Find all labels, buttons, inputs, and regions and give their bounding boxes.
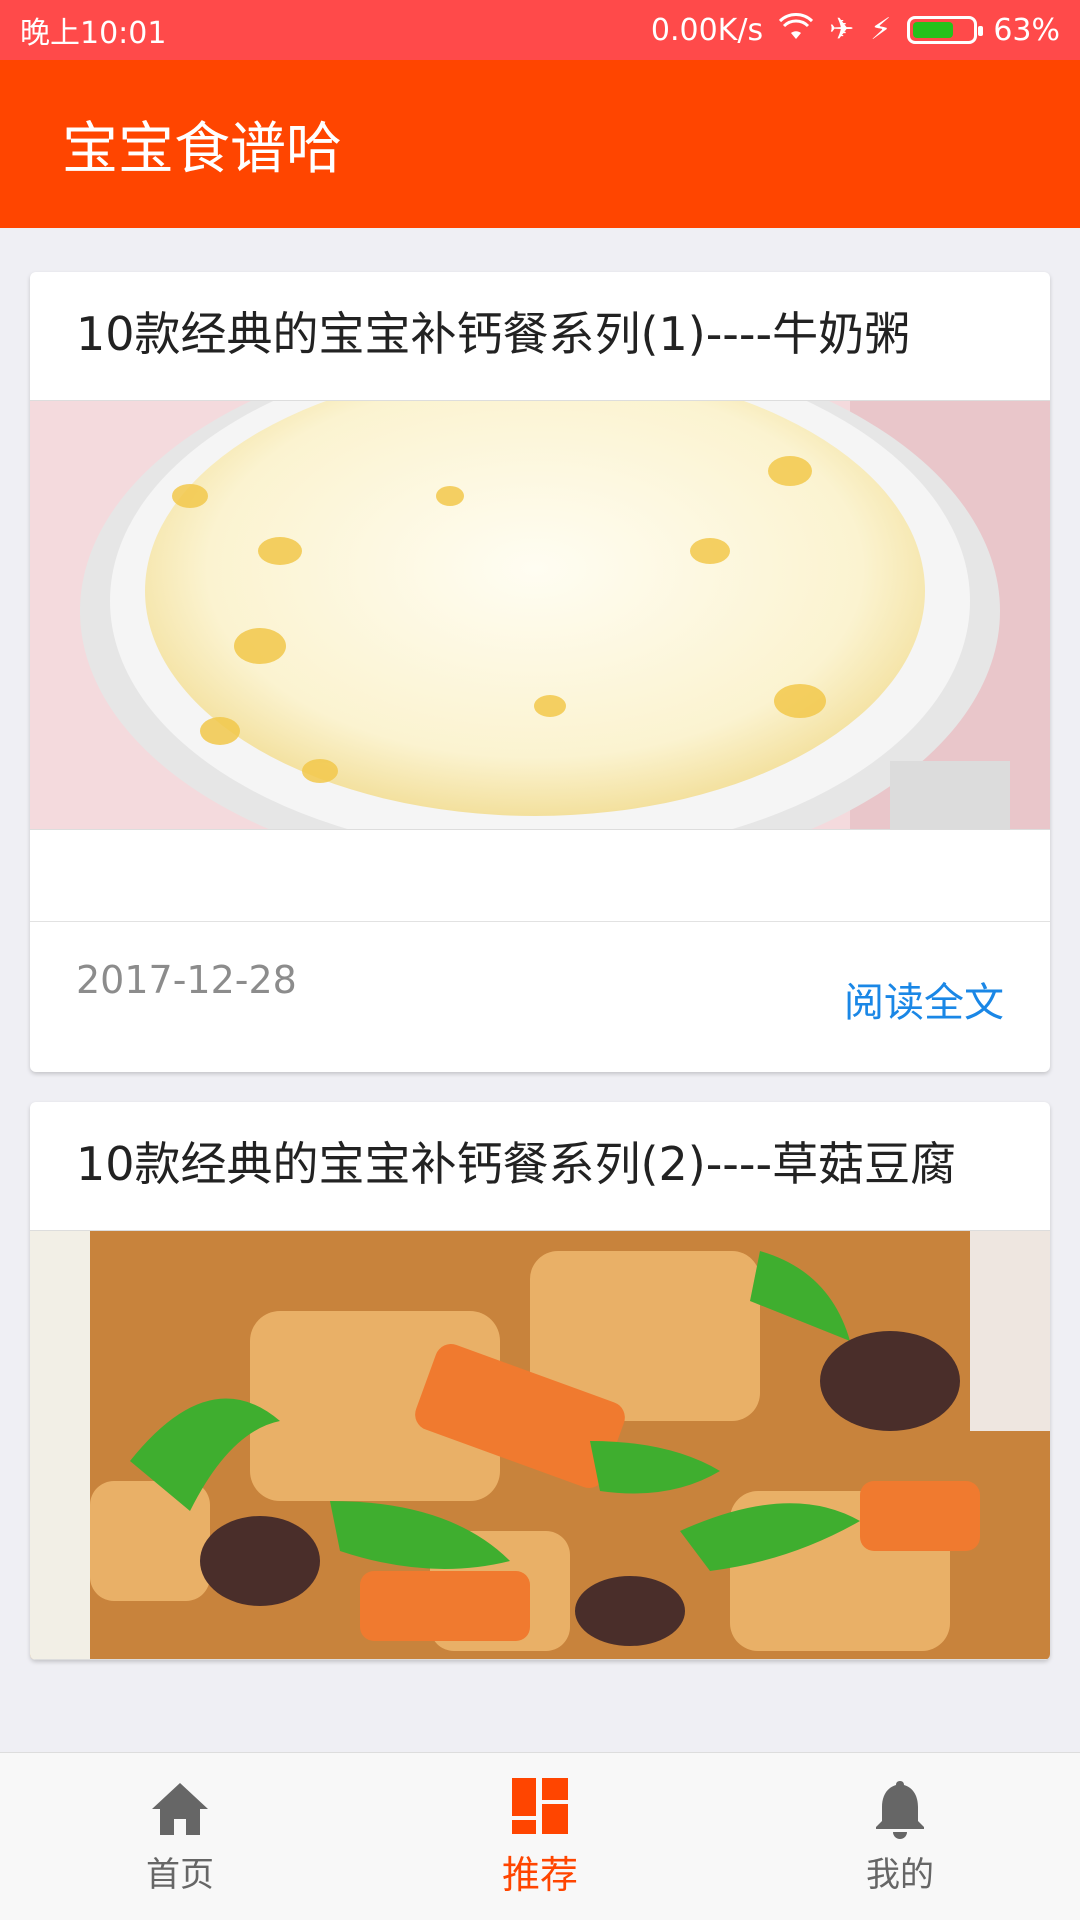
grid-icon	[512, 1778, 568, 1834]
recipe-title[interactable]: 10款经典的宝宝补钙餐系列(2)----草菇豆腐	[30, 1102, 1050, 1230]
battery-icon	[907, 16, 984, 44]
bell-icon	[876, 1781, 924, 1839]
tab-label: 首页	[146, 1855, 214, 1895]
wifi-icon	[779, 13, 814, 47]
tab-recommend[interactable]: 推荐	[360, 1774, 720, 1899]
status-bar: 晚上10:01 0.00K/s ✈ ⚡ 63%	[0, 0, 1080, 60]
read-full-article-link[interactable]: 阅读全文	[844, 970, 1004, 1028]
status-right: 0.00K/s ✈ ⚡ 63%	[651, 13, 1060, 48]
card-footer: 2017-12-28 阅读全文	[30, 922, 1050, 1072]
recipe-card[interactable]: 10款经典的宝宝补钙餐系列(2)----草菇豆腐	[30, 1102, 1050, 1660]
card-spacer	[30, 830, 1050, 922]
app-bar: 宝宝食谱哈	[0, 60, 1080, 228]
publish-date: 2017-12-28	[76, 958, 297, 1002]
home-icon	[152, 1783, 208, 1835]
tab-label: 推荐	[501, 1853, 578, 1897]
network-speed: 0.00K/s	[650, 12, 764, 48]
milk-porridge-image[interactable]	[30, 400, 1050, 830]
charging-icon: ⚡	[870, 12, 892, 47]
recipe-title[interactable]: 10款经典的宝宝补钙餐系列(1)----牛奶粥	[30, 272, 1050, 400]
battery-percent: 63%	[993, 12, 1060, 48]
page-title: 宝宝食谱哈	[62, 116, 342, 182]
recipe-feed[interactable]: 10款经典的宝宝补钙餐系列(1)----牛奶粥 2017-12-28 阅读全文 …	[30, 272, 1050, 1690]
recipe-card[interactable]: 10款经典的宝宝补钙餐系列(1)----牛奶粥 2017-12-28 阅读全文	[30, 272, 1050, 1072]
tab-mine[interactable]: 我的	[720, 1777, 1080, 1896]
tab-label: 我的	[866, 1855, 934, 1895]
mushroom-tofu-image[interactable]	[30, 1230, 1050, 1660]
airplane-icon: ✈	[829, 12, 855, 47]
tab-home[interactable]: 首页	[0, 1777, 360, 1896]
bottom-tab-bar: 首页 推荐 我的	[0, 1752, 1080, 1920]
status-time: 晚上10:01	[20, 16, 167, 51]
